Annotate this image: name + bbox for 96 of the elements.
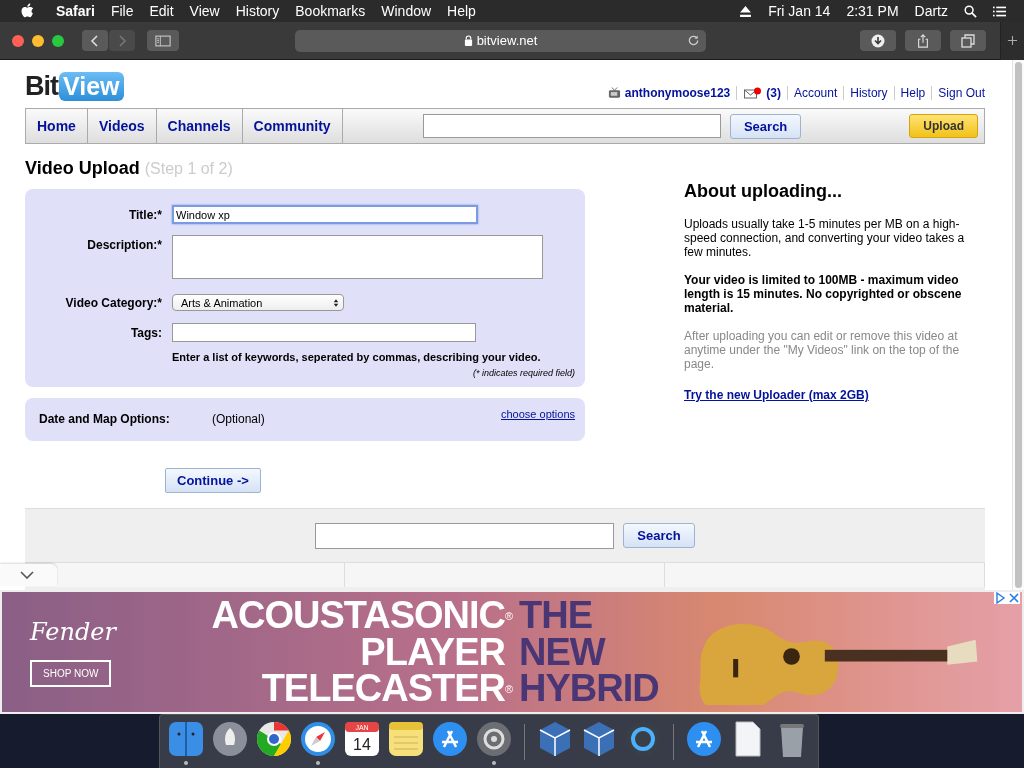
share-icon (915, 33, 931, 48)
required-note: (* indicates required field) (471, 368, 575, 378)
optional-note: (Optional) (212, 412, 265, 426)
account-link[interactable]: Help (900, 86, 926, 100)
menu-bar-time[interactable]: 2:31 PM (838, 3, 907, 19)
address-bar[interactable]: bitview.net (295, 29, 706, 52)
eject-icon[interactable] (739, 4, 753, 18)
app-store-icon[interactable] (684, 719, 724, 759)
reload-icon[interactable] (687, 34, 700, 47)
zoom-window-button[interactable] (52, 34, 64, 47)
browser-logo-icon[interactable] (254, 719, 294, 759)
download-button[interactable] (860, 30, 896, 51)
menu-item[interactable]: View (181, 3, 228, 19)
sidebar-icon (155, 33, 171, 48)
minimize-window-button[interactable] (32, 34, 44, 47)
ad-headline: PLAYER (359, 634, 505, 670)
menu-item[interactable]: Bookmarks (287, 3, 374, 19)
tags-hint: Enter a list of keywords, seperated by commas, describing your video. (172, 351, 542, 363)
text-field[interactable]: Window xp (172, 205, 478, 224)
options-label: Date and Map Options: (39, 412, 171, 426)
field-label: Video Category:* (64, 295, 163, 310)
menu-item[interactable]: Help (439, 3, 484, 19)
ad-headline: ACOUSTASONIC (210, 597, 505, 633)
ad-headline: NEW (519, 634, 605, 670)
registered-mark: ® (505, 610, 514, 622)
shop-now-button[interactable]: SHOP NOW (30, 659, 112, 687)
logo-text[interactable]: Bit (25, 71, 58, 102)
nav-tab[interactable]: Videos (87, 109, 157, 143)
about-heading: About uploading... (684, 181, 843, 202)
envelope-icon[interactable] (743, 87, 763, 99)
download-icon (870, 33, 886, 48)
stepper-arrows-icon (333, 297, 339, 308)
apple-icon[interactable] (20, 3, 34, 19)
back-button[interactable] (82, 30, 108, 51)
app-store-icon[interactable] (430, 719, 470, 759)
search-button[interactable]: Search (729, 113, 802, 139)
registered-mark: ® (505, 683, 514, 695)
compass-icon[interactable] (298, 719, 338, 759)
ad-choices-icon[interactable] (994, 592, 1006, 604)
url-text: bitview.net (476, 33, 538, 48)
advertisement-banner[interactable]: Fender SHOP NOW ACOUSTASONIC®THE PLAYER NEW TELECASTER®HYBRID (0, 590, 1024, 714)
menu-item[interactable]: Edit (141, 3, 182, 19)
ad-headline: HYBRID (519, 670, 659, 706)
page-title: Video Upload (25, 158, 140, 179)
ad-headline: TELECASTER (260, 670, 505, 706)
tv-icon (607, 87, 621, 99)
close-icon[interactable] (1008, 592, 1020, 604)
continue-button[interactable]: Continue -> (165, 468, 261, 493)
sidebar-button[interactable] (147, 30, 179, 51)
brand-logo: Fender (30, 617, 117, 646)
account-link[interactable]: Account (793, 86, 838, 100)
field-label: Title:* (127, 207, 163, 222)
search-field[interactable] (422, 114, 721, 138)
info-paragraph: Your video is limited to 100MB - maximum video length is 15 minutes. No copyrighted or obscene material. (684, 273, 963, 315)
chevron-left-icon (90, 33, 100, 48)
field-label: Description:* (86, 237, 163, 252)
ad-headline: THE (519, 597, 592, 633)
tabs-icon (960, 33, 976, 48)
collapse-tab[interactable] (0, 564, 57, 586)
text-field[interactable] (172, 323, 476, 342)
plus-icon (1007, 35, 1018, 46)
account-link[interactable]: History (850, 86, 888, 100)
tabs-button[interactable] (950, 30, 986, 51)
gear-icon[interactable] (474, 719, 514, 759)
scrollbar[interactable] (1012, 60, 1024, 590)
share-button[interactable] (905, 30, 941, 51)
nav-tab[interactable]: Community (242, 109, 343, 143)
description-field[interactable] (172, 235, 543, 279)
info-paragraph: Uploads usually take 1-5 minutes per MB on a high-speed connection, and converting your video takes a few minutes. (684, 217, 966, 259)
search-button[interactable]: Search (623, 523, 695, 548)
menu-item[interactable]: Window (373, 3, 440, 19)
close-window-button[interactable] (12, 34, 24, 47)
nav-tab[interactable]: Channels (156, 109, 243, 143)
nav-tab[interactable]: Home (26, 109, 88, 143)
new-uploader-link[interactable]: Try the new Uploader (max 2GB) (684, 388, 869, 402)
field-label: Tags: (129, 325, 163, 340)
rocket-icon[interactable] (210, 719, 250, 759)
account-link[interactable]: Sign Out (938, 86, 985, 100)
menu-bar-user[interactable]: Dartz (906, 3, 956, 19)
upload-button[interactable]: Upload (909, 114, 978, 138)
username-link[interactable]: anthonymoose123 (624, 86, 731, 100)
chevron-down-icon (20, 571, 34, 579)
chevron-right-icon (117, 33, 127, 48)
search-icon[interactable] (964, 4, 977, 18)
menu-bar-date[interactable]: Fri Jan 14 (760, 3, 839, 19)
search-field[interactable] (315, 523, 615, 549)
menu-item[interactable]: Safari (48, 3, 103, 19)
info-paragraph: After uploading you can edit or remove this video at anytime under the "My Videos" link on the top of the page. (684, 329, 961, 371)
choose-options-link[interactable]: choose options (501, 408, 575, 420)
menu-item[interactable]: File (102, 3, 142, 19)
menu-item[interactable]: History (227, 3, 288, 19)
category-dropdown[interactable]: Arts & Animation (172, 294, 344, 311)
list-icon[interactable] (993, 4, 1006, 18)
lock-icon (463, 35, 473, 46)
notepad-icon[interactable] (386, 719, 426, 759)
message-count[interactable]: (3) (766, 86, 781, 100)
